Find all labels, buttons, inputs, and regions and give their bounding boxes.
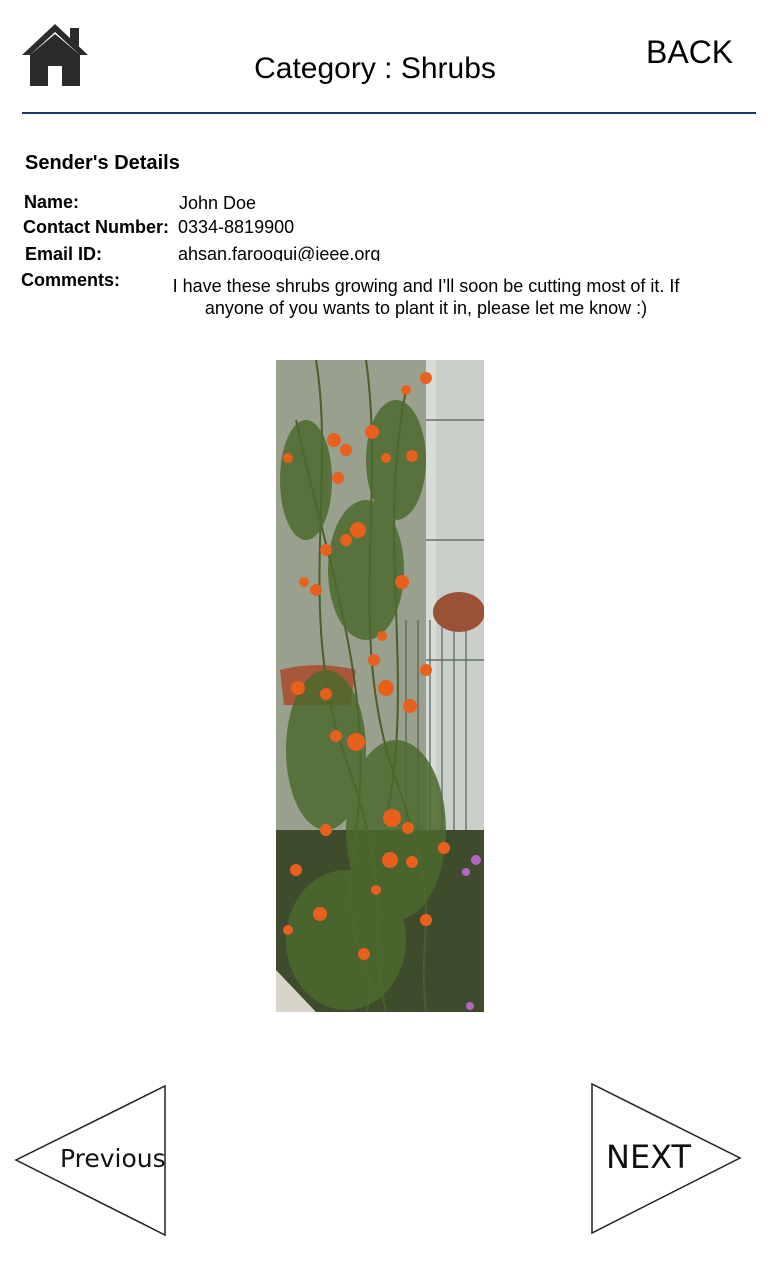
comments-value: I have these shrubs growing and I'll soo… [172, 276, 680, 318]
next-label: NEXT [606, 1138, 692, 1176]
previous-label: Previous [60, 1144, 166, 1173]
previous-button[interactable]: Previous [14, 1084, 168, 1238]
next-button[interactable]: NEXT [588, 1082, 744, 1236]
shrub-photo [276, 360, 484, 1012]
header-divider [22, 112, 756, 114]
back-button[interactable]: BACK [646, 34, 733, 71]
contact-label: Contact Number: [23, 217, 170, 237]
comments-label: Comments: [21, 270, 121, 290]
email-label: Email ID: [25, 244, 103, 264]
name-value: John Doe [179, 193, 257, 213]
email-value: ahsan.farooqui@ieee.org [178, 244, 381, 261]
contact-value: 0334-8819900 [178, 217, 295, 237]
name-label: Name: [24, 192, 80, 212]
section-title: Sender's Details [25, 152, 180, 174]
page-title: Category : Shrubs [254, 52, 496, 85]
